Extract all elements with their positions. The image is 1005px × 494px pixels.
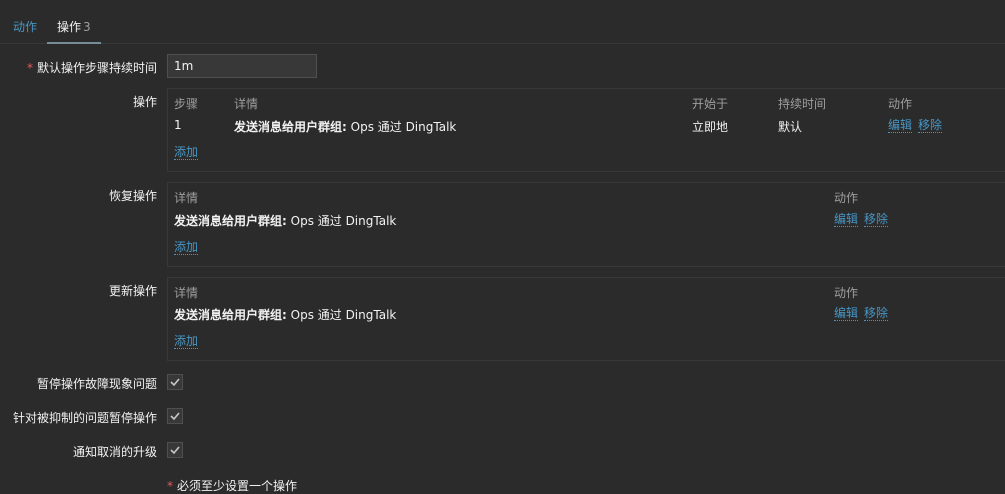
remove-operation-link[interactable]: 移除 (918, 118, 943, 133)
pause-suppressed-label: 针对被抑制的问题暂停操作 (12, 411, 157, 425)
header-duration: 持续时间 (778, 97, 827, 111)
row-step: 1 (174, 118, 182, 132)
default-step-duration-label-text: 默认操作步骤持续时间 (36, 61, 157, 75)
tab-operations-count: 3 (83, 20, 91, 34)
row-details-rest: Ops 通过 DingTalk (286, 214, 397, 228)
add-update-operation-link[interactable]: 添加 (174, 334, 199, 349)
remove-update-operation-link[interactable]: 移除 (864, 306, 889, 321)
active-tab-indicator (47, 42, 101, 44)
recovery-operations-table: 详情 动作 发送消息给用户群组: Ops 通过 DingTalk 编辑 移除 添… (167, 182, 1005, 267)
header-start: 开始于 (692, 97, 729, 111)
row-details-rest: Ops 通过 DingTalk (286, 308, 397, 322)
required-marker: * (167, 479, 173, 493)
row-details: 发送消息给用户群组: Ops 通过 DingTalk (174, 212, 396, 229)
pause-symptoms-label: 暂停操作故障现象问题 (36, 377, 157, 391)
pause-symptoms-checkbox[interactable] (167, 374, 183, 390)
row-details-rest: Ops 通过 DingTalk (346, 120, 457, 134)
row-details: 发送消息给用户群组: Ops 通过 DingTalk (234, 118, 456, 135)
tab-operations-label: 操作 (57, 20, 82, 34)
notify-cancelled-escalations-label: 通知取消的升级 (72, 445, 157, 459)
required-marker: * (26, 61, 33, 75)
checkmark-icon (170, 446, 180, 455)
operations-table: 步骤 详情 开始于 持续时间 动作 1 发送消息给用户群组: Ops 通过 Di… (167, 88, 1005, 172)
edit-update-operation-link[interactable]: 编辑 (834, 306, 859, 321)
header-actions: 动作 (834, 286, 859, 300)
checkmark-icon (170, 412, 180, 421)
tab-operations[interactable]: 操作 3 (47, 20, 101, 44)
row-details-bold: 发送消息给用户群组: (234, 120, 347, 134)
header-actions: 动作 (888, 97, 913, 111)
notify-cancelled-escalations-checkbox[interactable] (167, 442, 183, 458)
default-step-duration-label: * 默认操作步骤持续时间 (27, 59, 157, 76)
edit-recovery-operation-link[interactable]: 编辑 (834, 212, 859, 227)
operations-label: 操作 (132, 95, 157, 109)
row-details-bold: 发送消息给用户群组: (174, 308, 287, 322)
header-actions: 动作 (834, 191, 859, 205)
header-step: 步骤 (174, 97, 199, 111)
header-details: 详情 (234, 97, 259, 111)
operation-required-note-text: 必须至少设置一个操作 (177, 479, 298, 493)
default-step-duration-input[interactable] (167, 54, 317, 78)
add-recovery-operation-link[interactable]: 添加 (174, 240, 199, 255)
header-details: 详情 (174, 191, 199, 205)
tab-bar: 动作 操作 3 (0, 0, 1005, 44)
tab-action[interactable]: 动作 (13, 20, 37, 44)
row-start: 立即地 (692, 120, 729, 134)
add-operation-link[interactable]: 添加 (174, 145, 199, 160)
row-details-bold: 发送消息给用户群组: (174, 214, 287, 228)
checkmark-icon (170, 378, 180, 387)
header-details: 详情 (174, 286, 199, 300)
update-operations-label: 更新操作 (108, 284, 157, 298)
row-duration: 默认 (778, 120, 803, 134)
edit-operation-link[interactable]: 编辑 (888, 118, 913, 133)
remove-recovery-operation-link[interactable]: 移除 (864, 212, 889, 227)
update-operations-table: 详情 动作 发送消息给用户群组: Ops 通过 DingTalk 编辑 移除 添… (167, 277, 1005, 361)
recovery-operations-label: 恢复操作 (108, 189, 157, 203)
row-details: 发送消息给用户群组: Ops 通过 DingTalk (174, 306, 396, 323)
pause-suppressed-checkbox[interactable] (167, 408, 183, 424)
